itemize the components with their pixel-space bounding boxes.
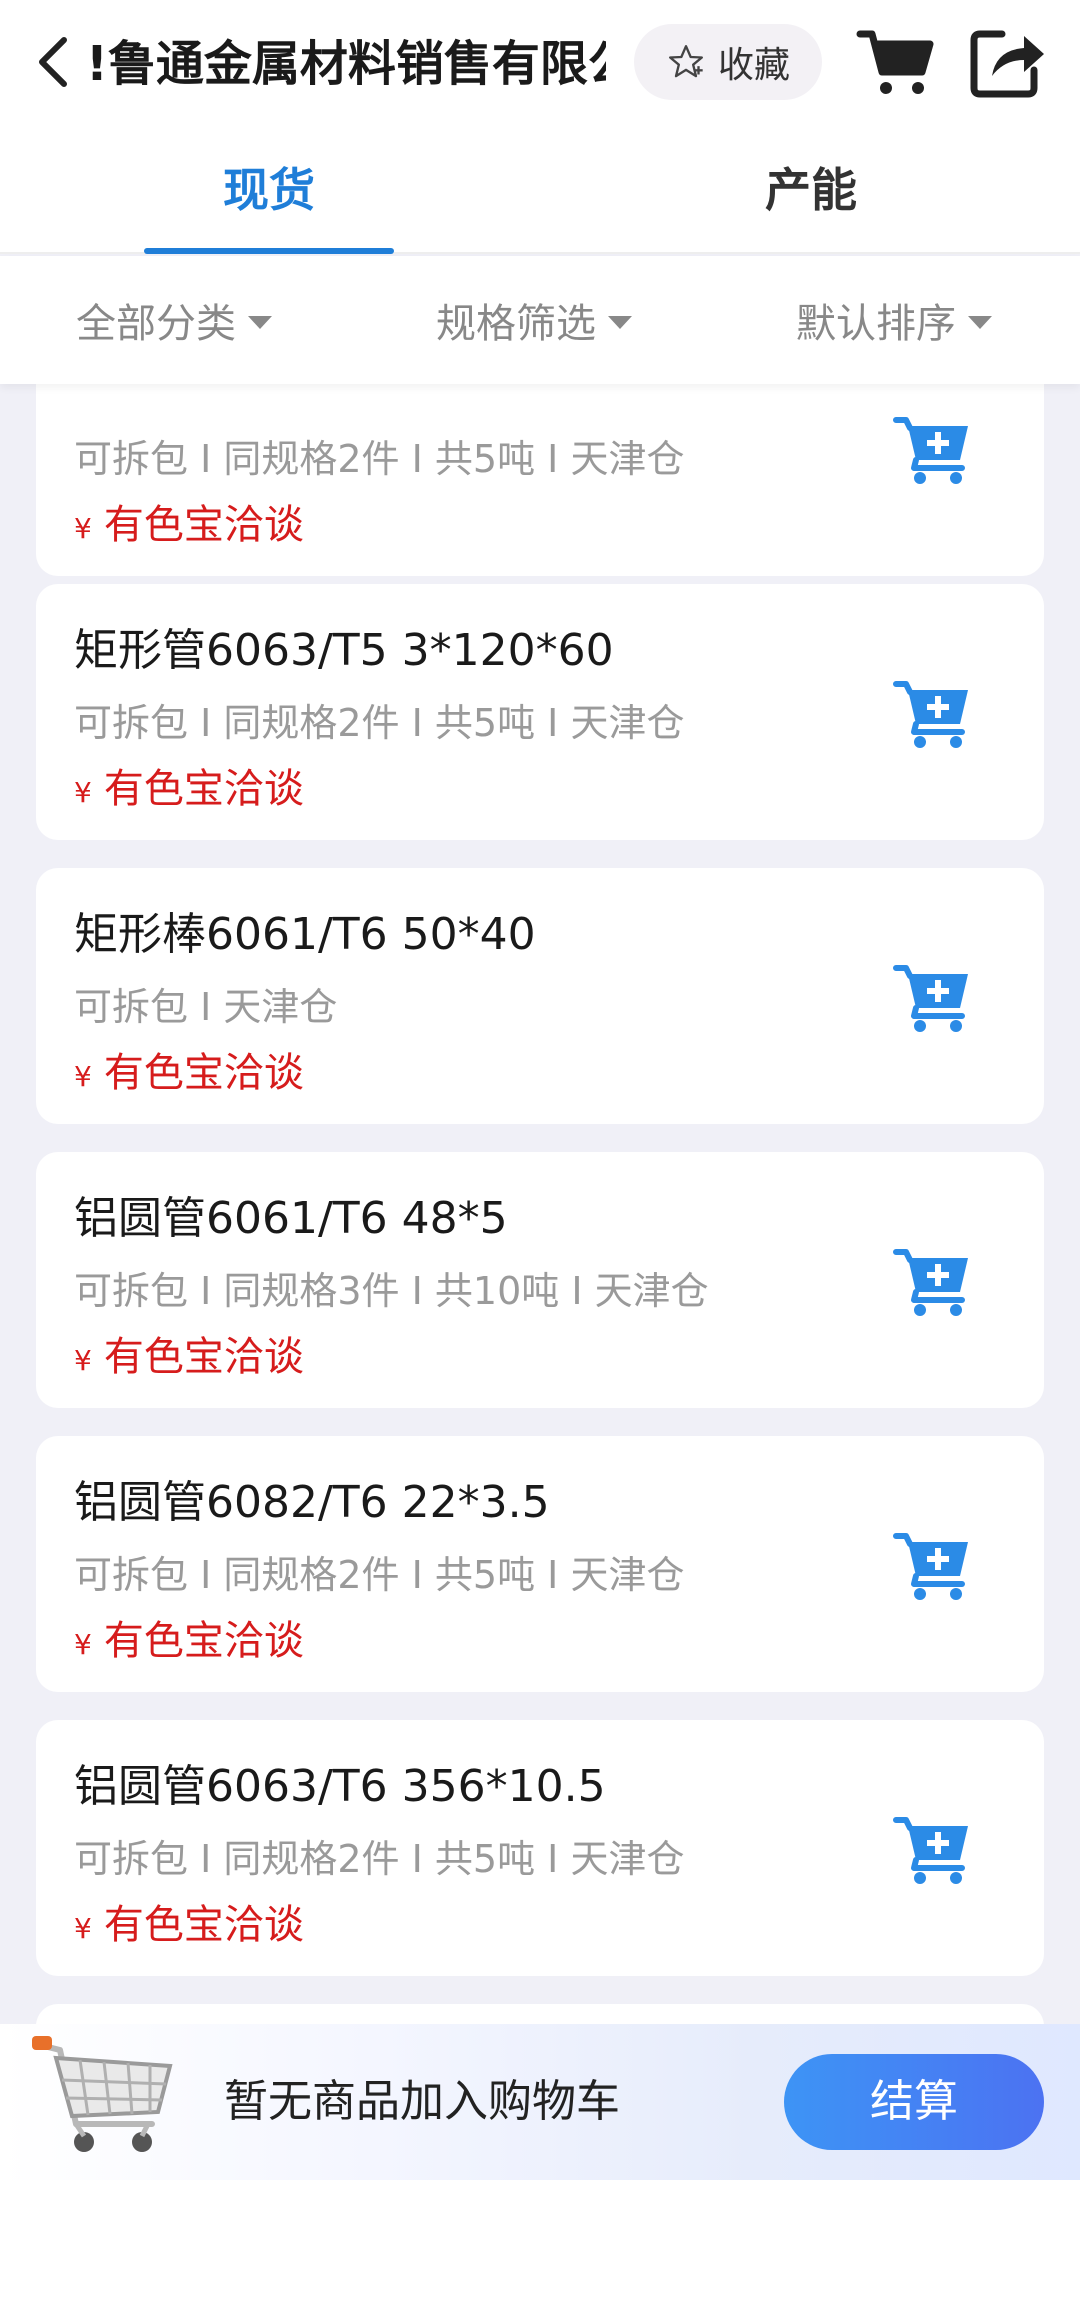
star-icon [668, 45, 703, 78]
product-card[interactable]: 铝圆管6063/T6 356*10.5 可拆包 I 同规格2件 I 共5吨 I … [36, 1720, 1044, 1976]
currency-symbol: ¥ [74, 1628, 92, 1661]
tab-bar: 现货 产能 [0, 128, 1080, 254]
filter-spec[interactable]: 规格筛选 [436, 256, 632, 384]
favorite-label: 收藏 [717, 45, 790, 86]
favorite-button[interactable]: 收藏 [634, 24, 822, 100]
add-to-cart-icon[interactable] [892, 678, 974, 750]
shopping-cart-illustration-icon [30, 2028, 180, 2176]
price-text: 有色宝洽谈 [103, 1902, 304, 1948]
product-meta: 可拆包 I 天津仓 [74, 985, 338, 1029]
product-price: ¥ 有色宝洽谈 [74, 1040, 304, 1098]
product-price: ¥ 有色宝洽谈 [74, 1608, 304, 1666]
product-price: ¥ 有色宝洽谈 [74, 1324, 304, 1382]
product-name: 铝圆管6061/T6 48*5 [74, 1193, 508, 1244]
add-to-cart-icon[interactable] [892, 962, 974, 1034]
add-to-cart-icon[interactable] [892, 1246, 974, 1318]
filter-sort[interactable]: 默认排序 [796, 256, 992, 384]
back-arrow-icon[interactable] [30, 30, 78, 94]
price-text: 有色宝洽谈 [103, 1618, 304, 1664]
shopping-cart-icon[interactable] [856, 26, 936, 98]
add-to-cart-icon[interactable] [892, 1814, 974, 1886]
cart-bar: 暂无商品加入购物车 结算 [0, 2024, 1080, 2180]
filter-sort-label: 默认排序 [796, 301, 956, 347]
product-meta: 可拆包 I 同规格3件 I 共10吨 I 天津仓 [74, 1269, 709, 1313]
filter-category[interactable]: 全部分类 [76, 256, 272, 384]
price-text: 有色宝洽谈 [103, 1050, 304, 1096]
product-name: 铝圆管6063/T6 356*10.5 [74, 1761, 606, 1812]
product-card[interactable]: 矩形棒6061/T6 50*40 可拆包 I 天津仓 ¥ 有色宝洽谈 [36, 868, 1044, 1124]
caret-down-icon [968, 315, 992, 329]
add-to-cart-icon[interactable] [892, 1530, 974, 1602]
caret-down-icon [248, 315, 272, 329]
product-meta: 可拆包 I 同规格2件 I 共5吨 I 天津仓 [74, 1837, 685, 1881]
currency-symbol: ¥ [74, 1912, 92, 1945]
product-name: 矩形管6063/T5 3*120*60 [74, 625, 614, 676]
caret-down-icon [608, 315, 632, 329]
product-card[interactable]: 矩形管6063/T5 3*120*60 可拆包 I 同规格2件 I 共5吨 I … [36, 584, 1044, 840]
product-price: ¥ 有色宝洽谈 [74, 756, 304, 814]
product-card[interactable]: 铝圆管6061/T6 48*5 可拆包 I 同规格3件 I 共10吨 I 天津仓… [36, 1152, 1044, 1408]
tab-capacity[interactable]: 产能 [686, 128, 936, 254]
top-bar: !鲁通金属材料销售有限公司 收藏 [0, 0, 1080, 128]
price-text: 有色宝洽谈 [103, 502, 304, 548]
tab-stock[interactable]: 现货 [144, 128, 394, 254]
product-meta: 可拆包 I 同规格2件 I 共5吨 I 天津仓 [74, 701, 685, 745]
price-text: 有色宝洽谈 [103, 1334, 304, 1380]
product-card[interactable] [36, 2004, 1044, 2024]
filter-spec-label: 规格筛选 [436, 301, 596, 347]
checkout-button[interactable]: 结算 [784, 2054, 1044, 2150]
cart-empty-text: 暂无商品加入购物车 [224, 2076, 620, 2127]
active-tab-indicator [144, 248, 394, 254]
shop-title: !鲁通金属材料销售有限公司 [86, 36, 606, 92]
product-meta: 可拆包 I 同规格2件 I 共5吨 I 天津仓 [74, 1553, 685, 1597]
filter-bar: 全部分类 规格筛选 默认排序 [0, 256, 1080, 384]
price-text: 有色宝洽谈 [103, 766, 304, 812]
product-list[interactable]: 可拆包 I 同规格2件 I 共5吨 I 天津仓 ¥ 有色宝洽谈 矩形管6063/… [0, 384, 1080, 2024]
product-price: ¥ 有色宝洽谈 [74, 1892, 304, 1950]
product-price: ¥ 有色宝洽谈 [74, 492, 304, 550]
currency-symbol: ¥ [74, 1060, 92, 1093]
product-name: 铝圆管6082/T6 22*3.5 [74, 1477, 550, 1528]
product-meta: 可拆包 I 同规格2件 I 共5吨 I 天津仓 [74, 437, 685, 481]
currency-symbol: ¥ [74, 776, 92, 809]
bottom-spacer [0, 2180, 1080, 2308]
add-to-cart-icon[interactable] [892, 414, 974, 486]
filter-category-label: 全部分类 [76, 301, 236, 347]
currency-symbol: ¥ [74, 512, 92, 545]
product-card[interactable]: 铝圆管6082/T6 22*3.5 可拆包 I 同规格2件 I 共5吨 I 天津… [36, 1436, 1044, 1692]
product-name: 矩形棒6061/T6 50*40 [74, 909, 536, 960]
currency-symbol: ¥ [74, 1344, 92, 1377]
product-card[interactable]: 可拆包 I 同规格2件 I 共5吨 I 天津仓 ¥ 有色宝洽谈 [36, 384, 1044, 576]
share-icon[interactable] [968, 26, 1048, 98]
